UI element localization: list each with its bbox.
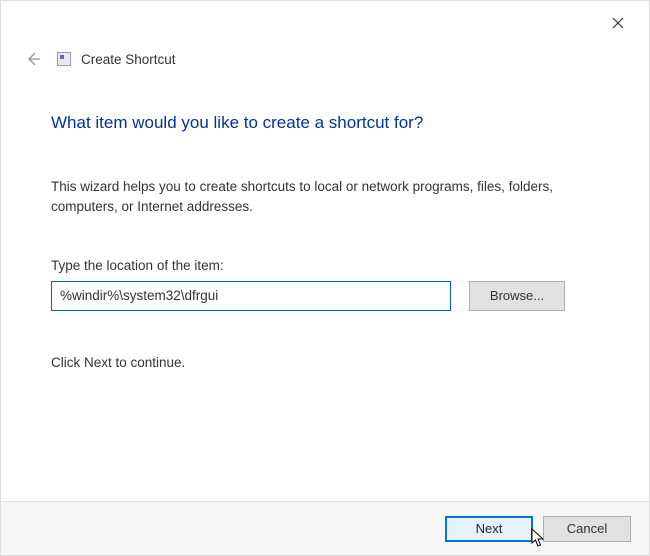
back-button[interactable] (23, 49, 43, 69)
wizard-description: This wizard helps you to create shortcut… (51, 177, 591, 218)
wizard-content: What item would you like to create a sho… (1, 69, 649, 370)
page-headline: What item would you like to create a sho… (51, 113, 599, 133)
wizard-header: Create Shortcut (1, 43, 649, 69)
browse-button[interactable]: Browse... (469, 281, 565, 311)
back-arrow-icon (25, 51, 41, 67)
close-icon (612, 17, 624, 29)
continue-hint: Click Next to continue. (51, 355, 599, 370)
location-row: Browse... (51, 281, 599, 311)
location-label: Type the location of the item: (51, 258, 599, 273)
titlebar (1, 1, 649, 43)
close-button[interactable] (601, 9, 635, 37)
next-button[interactable]: Next (445, 516, 533, 542)
wizard-footer: Next Cancel (1, 501, 649, 555)
wizard-title: Create Shortcut (81, 52, 176, 67)
cancel-button[interactable]: Cancel (543, 516, 631, 542)
location-input[interactable] (51, 281, 451, 311)
shortcut-wizard-icon (57, 52, 71, 66)
